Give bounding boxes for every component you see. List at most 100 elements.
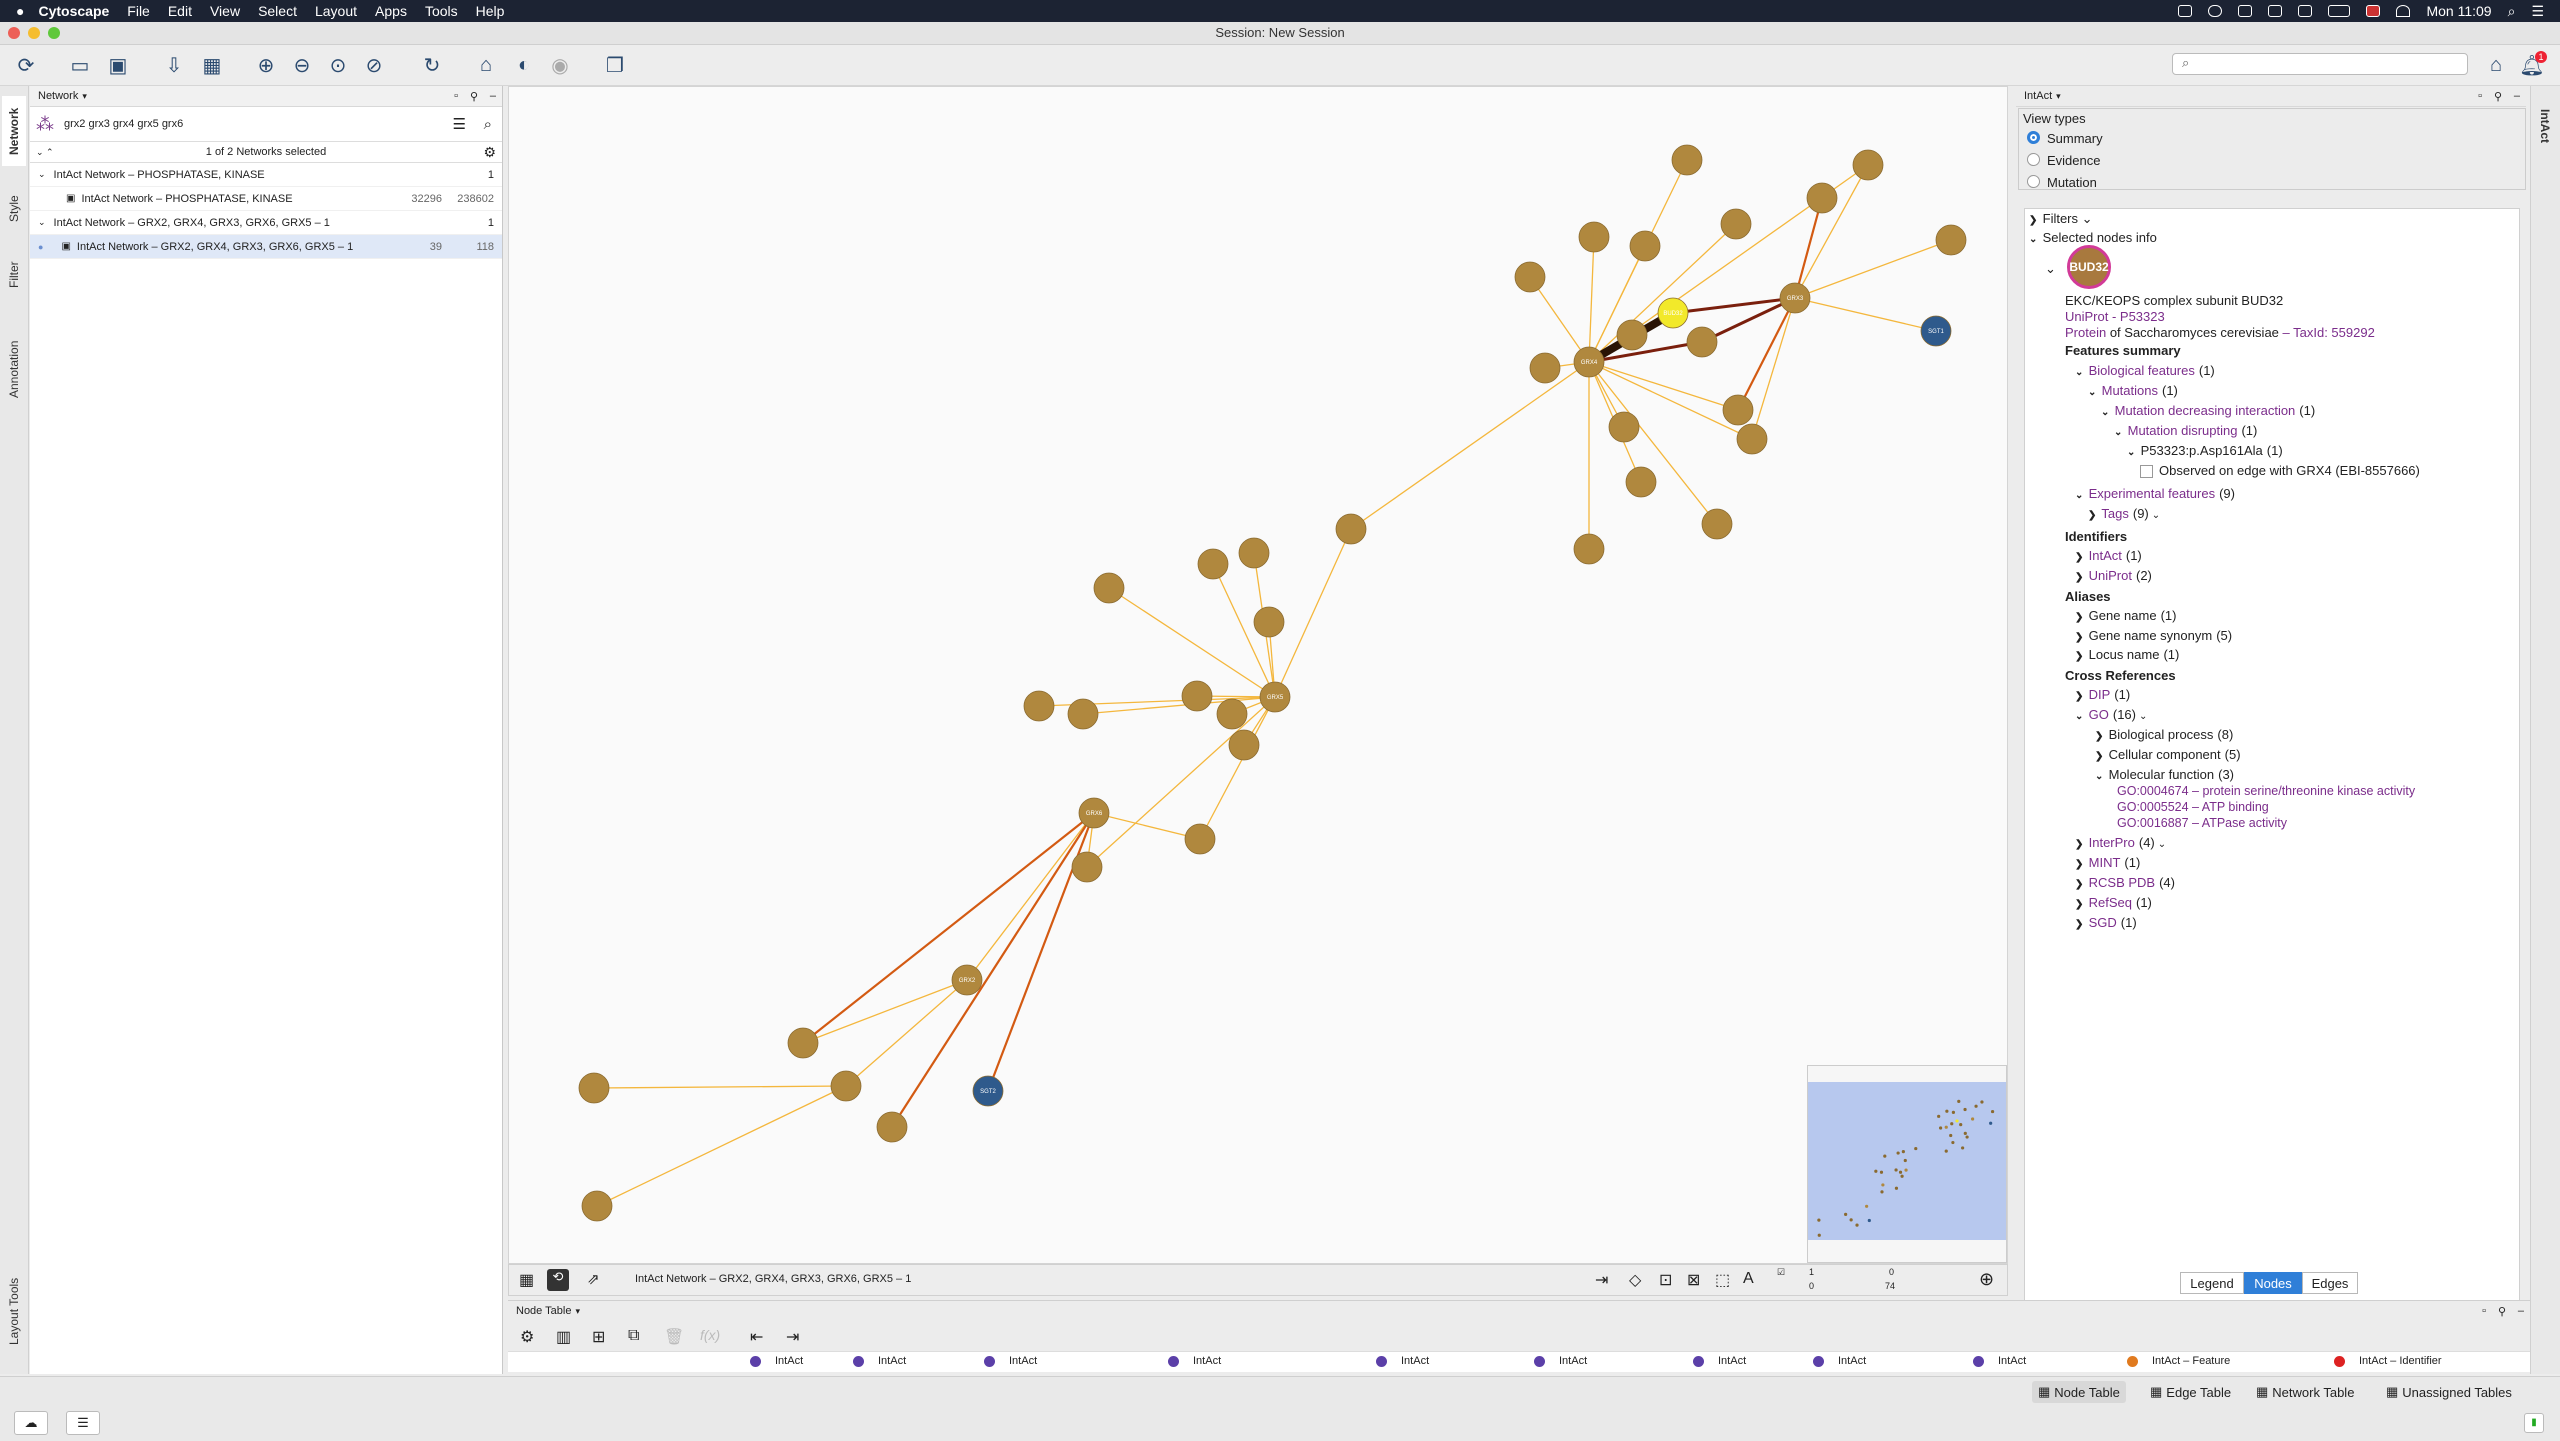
go-term-link[interactable]: GO:0016887 – ATPase activity xyxy=(2117,816,2287,830)
network-node[interactable] xyxy=(1067,698,1099,730)
table-column-header[interactable]: IntAct xyxy=(1168,1355,1221,1367)
xref-item[interactable]: ❯ SGD (1) xyxy=(2075,915,2137,930)
notification-icon[interactable]: ☰ xyxy=(2531,3,2544,20)
edge[interactable] xyxy=(1588,236,1595,363)
zoom-selected-icon[interactable]: ⊘ xyxy=(360,51,388,79)
tab-edges[interactable]: Edges xyxy=(2302,1272,2358,1294)
minimize-panel-icon[interactable]: – xyxy=(2518,1305,2524,1317)
network-node[interactable]: GRX3 xyxy=(1779,282,1811,314)
network-node[interactable] xyxy=(1514,261,1546,293)
view-type-mutation[interactable]: Mutation xyxy=(2047,175,2097,190)
table-column-header[interactable]: IntAct xyxy=(1693,1355,1746,1367)
xref-item[interactable]: ⌄ GO (16) ⌄ xyxy=(2075,707,2147,722)
menu-file[interactable]: File xyxy=(127,3,150,19)
network-node[interactable]: BUD32 xyxy=(1657,297,1689,329)
network-node[interactable] xyxy=(1616,319,1648,351)
chevron-down-icon[interactable]: ⌄ xyxy=(2088,387,2098,398)
network-node[interactable] xyxy=(830,1070,862,1102)
status-ok-icon[interactable]: ▮ xyxy=(2524,1413,2544,1433)
chevron-right-icon[interactable]: ❯ xyxy=(2075,919,2085,930)
xref-item-label[interactable]: MINT xyxy=(2089,855,2121,870)
status-icon[interactable] xyxy=(2238,5,2253,17)
tab-unassigned-tables[interactable]: ▦ Unassigned Tables xyxy=(2380,1381,2518,1403)
tab-nodes[interactable]: Nodes xyxy=(2244,1272,2302,1294)
xref-item-label[interactable]: RCSB PDB xyxy=(2089,875,2155,890)
network-node[interactable] xyxy=(1806,182,1838,214)
chevron-right-icon[interactable]: ❯ xyxy=(2075,651,2085,662)
network-node[interactable] xyxy=(1686,326,1718,358)
collection-row[interactable]: ⌄ IntAct Network – PHOSPHATASE, KINASE 1 xyxy=(30,163,502,187)
network-node[interactable] xyxy=(1216,698,1248,730)
tab-style[interactable]: Style xyxy=(2,182,26,236)
table-column-header[interactable]: IntAct xyxy=(1813,1355,1866,1367)
node-circle[interactable] xyxy=(1228,729,1260,761)
menu-select[interactable]: Select xyxy=(258,3,297,19)
first-neighbors-icon[interactable]: ⌂ xyxy=(472,51,500,79)
network-node[interactable] xyxy=(1573,533,1605,565)
export-icon[interactable]: ⇥ xyxy=(1595,1270,1608,1290)
chevron-right-icon[interactable]: ❯ xyxy=(2095,751,2105,762)
chevron-down-icon[interactable]: ⌄ xyxy=(2101,407,2111,418)
chevron-down-icon[interactable]: ⌄ xyxy=(2075,490,2085,501)
filters-toggle[interactable]: ❯ Filters ⌄ xyxy=(2029,211,2093,227)
edge[interactable] xyxy=(1086,696,1276,868)
chevron-right-icon[interactable]: ❯ xyxy=(2075,839,2085,850)
node-circle[interactable] xyxy=(1686,326,1718,358)
open-session-icon[interactable]: ▭ xyxy=(66,51,94,79)
chevron-right-icon[interactable]: ❯ xyxy=(2075,899,2085,910)
network-node[interactable] xyxy=(876,1111,908,1143)
network-node[interactable]: GRX5 xyxy=(1259,681,1291,713)
node-circle[interactable] xyxy=(1701,508,1733,540)
node-circle[interactable] xyxy=(1253,606,1285,638)
node-circle[interactable] xyxy=(581,1190,613,1222)
uniprot-link[interactable]: UniProt - P53323 xyxy=(2065,309,2165,324)
node-circle[interactable] xyxy=(1629,230,1661,262)
network-node[interactable] xyxy=(1023,690,1055,722)
table-column-header[interactable]: IntAct – Identifier xyxy=(2334,1355,2442,1367)
network-node[interactable] xyxy=(581,1190,613,1222)
network-row[interactable]: ▣ IntAct Network – PHOSPHATASE, KINASE 3… xyxy=(30,187,502,211)
node-circle[interactable] xyxy=(578,1072,610,1104)
import-table-icon[interactable]: ⇤ xyxy=(750,1327,763,1347)
intact-details-scroll[interactable]: ❯ Filters ⌄ ⌄ Selected nodes info ⌄ BUD3… xyxy=(2024,208,2520,1348)
intact-panel-title[interactable]: IntAct xyxy=(2024,90,2052,102)
tab-network[interactable]: Network xyxy=(2,96,26,166)
node-circle[interactable] xyxy=(1529,352,1561,384)
xref-item[interactable]: ❯ RCSB PDB (4) xyxy=(2075,875,2175,890)
network-node[interactable] xyxy=(1935,224,1967,256)
delete-icon[interactable]: 🗑︎ xyxy=(664,1327,684,1347)
chevron-right-icon[interactable]: ❯ xyxy=(2075,859,2085,870)
tree-row[interactable]: ⌄ Mutation disrupting (1) xyxy=(2114,423,2257,438)
annotation-diamond-icon[interactable]: ◇ xyxy=(1629,1270,1641,1290)
network-node[interactable]: SGT1 xyxy=(1920,315,1952,347)
radio-evidence[interactable] xyxy=(2027,153,2040,166)
table-column-header[interactable]: IntAct xyxy=(1973,1355,2026,1367)
cloud-icon[interactable]: ☁ xyxy=(14,1411,48,1435)
refresh-icon[interactable]: ↻ xyxy=(418,51,446,79)
alias-item[interactable]: ❯ Locus name (1) xyxy=(2075,647,2179,662)
node-circle[interactable] xyxy=(1608,411,1640,443)
select-annotations-icon[interactable]: ⬚ xyxy=(1715,1270,1730,1290)
node-circle[interactable] xyxy=(1181,680,1213,712)
tab-legend[interactable]: Legend xyxy=(2180,1272,2244,1294)
gear-icon[interactable]: ⚙ xyxy=(520,1327,534,1347)
chevron-down-icon[interactable]: ⌄ xyxy=(2095,771,2105,782)
chevron-right-icon[interactable]: ❯ xyxy=(2075,879,2085,890)
tree-row[interactable]: ⌄ Mutations (1) xyxy=(2088,383,2178,398)
chevron-right-icon[interactable]: ❯ xyxy=(2075,572,2085,583)
new-network-from-selection-icon[interactable]: ❐ xyxy=(601,51,629,79)
search-icon[interactable]: ⌕ xyxy=(484,116,492,133)
menu-help[interactable]: Help xyxy=(476,3,505,19)
network-view-icon[interactable]: ⟲ xyxy=(547,1269,569,1291)
network-node[interactable] xyxy=(1720,208,1752,240)
selected-nodes-info-toggle[interactable]: ⌄ Selected nodes info xyxy=(2029,230,2157,245)
identifier-item[interactable]: ❯ IntAct (1) xyxy=(2075,548,2142,563)
clock[interactable]: Mon 11:09 xyxy=(2426,3,2491,19)
taxid-link[interactable]: – TaxId: 559292 xyxy=(2283,325,2375,340)
xref-item[interactable]: ❯ DIP (1) xyxy=(2075,687,2130,702)
protein-link[interactable]: Protein xyxy=(2065,325,2106,340)
node-circle[interactable] xyxy=(1578,221,1610,253)
home-icon[interactable]: ⌂ xyxy=(2482,51,2510,79)
table-column-header[interactable]: IntAct – Feature xyxy=(2127,1355,2230,1367)
network-node[interactable] xyxy=(1529,352,1561,384)
